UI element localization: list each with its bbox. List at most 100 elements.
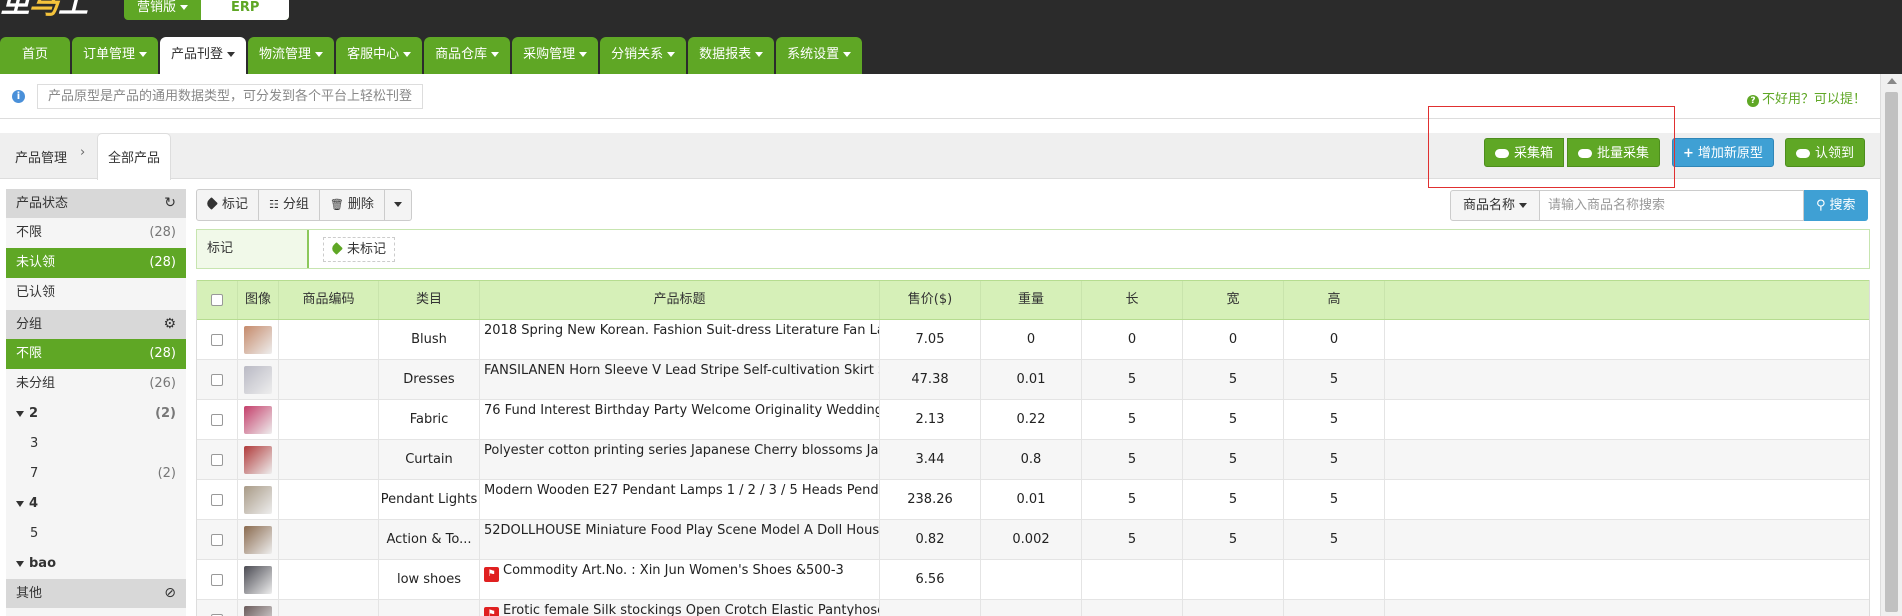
sidebar-item-group[interactable]: 未分组 (26): [6, 369, 186, 399]
edition-switcher: 营销版 ERP: [124, 0, 290, 20]
search-button[interactable]: ⚲ 搜索: [1804, 190, 1868, 221]
row-checkbox[interactable]: [211, 373, 223, 386]
product-thumbnail[interactable]: [244, 406, 272, 434]
sidebar-item-status[interactable]: 已认领: [6, 278, 186, 308]
breadcrumb-current-tab[interactable]: 全部产品: [97, 133, 171, 180]
table-header: 图像 商品编码 类目 产品标题 售价($) 重量长宽高: [197, 280, 1869, 320]
sidebar-item-group[interactable]: 5: [6, 519, 186, 549]
product-thumbnail[interactable]: [244, 366, 272, 394]
gear-icon[interactable]: ⚙: [163, 310, 176, 339]
sidebar-item-label: 4: [29, 496, 39, 511]
sidebar-item-group[interactable]: 3: [6, 429, 186, 459]
product-thumbnail[interactable]: [244, 486, 272, 514]
select-all-checkbox[interactable]: [211, 293, 223, 306]
weight-cell: 0.01: [981, 480, 1082, 520]
nav-tab[interactable]: 采购管理: [512, 37, 599, 74]
table-row: Dresses FANSILANEN Horn Sleeve V Lead Str…: [197, 360, 1869, 400]
nav-tab-label: 分销关系: [611, 47, 664, 62]
tag-icon: [205, 197, 218, 210]
product-thumbnail[interactable]: [244, 526, 272, 554]
sidebar-item-group[interactable]: 2 (2): [6, 399, 186, 429]
caret-down-icon[interactable]: [16, 500, 24, 507]
scrollbar-thumb[interactable]: [1885, 92, 1898, 612]
row-checkbox[interactable]: [211, 573, 223, 586]
row-checkbox[interactable]: [211, 333, 223, 346]
group-button[interactable]: ☷ 分组: [258, 189, 320, 221]
nav-tab-label: 系统设置: [787, 47, 840, 62]
nav-tab[interactable]: 系统设置: [776, 37, 863, 74]
height-cell: 5: [1284, 400, 1385, 440]
row-checkbox[interactable]: [211, 493, 223, 506]
sidebar-item-status[interactable]: 未认领 (28): [6, 248, 186, 278]
sidebar-item-group[interactable]: 7 (2): [6, 459, 186, 489]
thumbnail-cell: [238, 600, 279, 616]
more-actions-dropdown[interactable]: [383, 189, 412, 221]
erp-edition-button[interactable]: ERP: [201, 0, 290, 20]
chevron-down-icon: [393, 202, 402, 207]
nav-tab[interactable]: 物流管理: [248, 37, 335, 74]
nav-tab[interactable]: 订单管理: [72, 37, 159, 74]
row-checkbox[interactable]: [211, 453, 223, 466]
caret-down-icon[interactable]: [16, 560, 24, 567]
length-cell: [1082, 600, 1183, 616]
marketing-edition-label: 营销版: [137, 0, 177, 15]
tag-button[interactable]: 标记: [196, 189, 260, 221]
product-title-link[interactable]: FANSILANEN Horn Sleeve V Lead Stripe Sel…: [484, 363, 879, 378]
product-title-link[interactable]: Modern Wooden E27 Pendant Lamps 1 / 2 / …: [484, 483, 879, 498]
breadcrumb-root[interactable]: 产品管理: [15, 147, 67, 166]
height-cell: 5: [1284, 360, 1385, 400]
sitemap-icon: ☷: [269, 198, 279, 211]
search-field-select[interactable]: 商品名称: [1450, 190, 1541, 221]
feedback-link[interactable]: ? 不好用？可以提！: [1746, 88, 1866, 107]
length-cell: 5: [1082, 440, 1183, 480]
product-title-link[interactable]: 2018 Spring New Korean. Fashion Suit-dre…: [484, 323, 879, 338]
sidebar: 产品状态 ↻ 不限 (28) 未认领 (28) 已认领 分组 ⚙ 不限 (28) 未分组 (26) 2 (2…: [6, 189, 186, 616]
product-title-cell: 2018 Spring New Korean. Fashion Suit-dre…: [480, 320, 880, 360]
nav-tab-label: 采购管理: [523, 47, 576, 62]
ban-icon[interactable]: ⊘: [164, 579, 176, 608]
caret-down-icon[interactable]: [16, 410, 24, 417]
nav-tab[interactable]: 首页: [0, 37, 71, 74]
product-title-link[interactable]: Commodity Art.No. : Xin Jun Women's Shoe…: [503, 563, 844, 578]
select-all-header[interactable]: [197, 281, 238, 319]
row-select-cell: [197, 520, 238, 560]
product-title-link[interactable]: Erotic female Silk stockings Open Crotch…: [503, 603, 879, 616]
width-cell: 5: [1183, 440, 1284, 480]
title-header: 产品标题: [480, 281, 880, 319]
product-thumbnail[interactable]: [244, 606, 272, 616]
sidebar-item-group[interactable]: 不限 (28): [6, 339, 186, 369]
row-checkbox[interactable]: [211, 413, 223, 426]
sidebar-section-group: 分组 ⚙: [6, 310, 186, 339]
product-thumbnail[interactable]: [244, 446, 272, 474]
product-title-link[interactable]: 76 Fund Interest Birthday Party Welcome …: [484, 403, 879, 418]
vertical-scrollbar[interactable]: [1880, 74, 1902, 616]
highlight-box: [1428, 106, 1675, 188]
sidebar-item-group[interactable]: 4: [6, 489, 186, 519]
claim-button[interactable]: 认领到: [1785, 138, 1866, 167]
code-cell: [279, 520, 379, 560]
row-checkbox[interactable]: [211, 533, 223, 546]
top-bar: ㄓ马工 营销版 ERP 首页 订单管理 产品刊登 物流管理 客服中心 商品仓库 采购管理 分销…: [0, 0, 1902, 74]
code-cell: [279, 480, 379, 520]
sidebar-item-status[interactable]: 不限 (28): [6, 218, 186, 248]
marketing-edition-button[interactable]: 营销版: [124, 0, 201, 20]
nav-tab[interactable]: 数据报表: [688, 37, 775, 74]
sidebar-item-group[interactable]: bao: [6, 549, 186, 579]
nav-tab[interactable]: 商品仓库: [424, 37, 511, 74]
scroll-up-icon[interactable]: [1887, 78, 1897, 84]
nav-tab[interactable]: 分销关系: [600, 37, 687, 74]
length-cell: [1082, 560, 1183, 600]
length-cell: 5: [1082, 480, 1183, 520]
add-prototype-button[interactable]: + 增加新原型: [1672, 138, 1774, 167]
product-thumbnail[interactable]: [244, 326, 272, 354]
nav-tab[interactable]: 产品刊登: [160, 37, 247, 74]
product-title-link[interactable]: 52DOLLHOUSE Miniature Food Play Scene Mo…: [484, 523, 879, 538]
untagged-filter[interactable]: 未标记: [323, 237, 396, 262]
height-cell: [1284, 600, 1385, 616]
delete-button[interactable]: 🗑 删除: [318, 189, 385, 221]
nav-tab[interactable]: 客服中心: [336, 37, 423, 74]
refresh-icon[interactable]: ↻: [164, 189, 176, 218]
product-title-link[interactable]: Polyester cotton printing series Japanes…: [484, 443, 879, 458]
search-input[interactable]: [1540, 190, 1805, 221]
product-thumbnail[interactable]: [244, 566, 272, 594]
